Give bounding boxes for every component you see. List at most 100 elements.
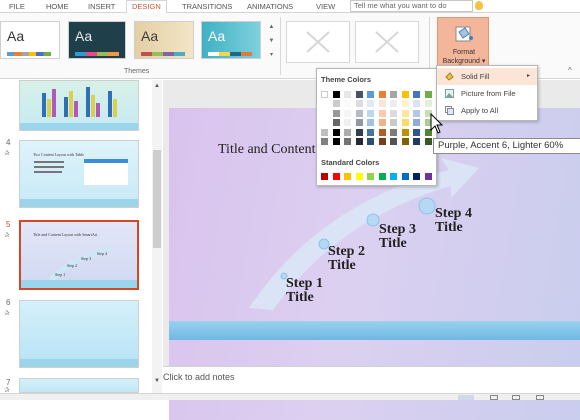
theme-color-swatch[interactable] [367, 128, 374, 136]
theme-color-swatch[interactable] [344, 91, 351, 98]
theme-color-swatch[interactable] [424, 100, 432, 107]
theme-color-swatch[interactable] [367, 109, 374, 117]
variant-placeholder-2[interactable] [355, 21, 419, 63]
theme-color-swatch[interactable] [413, 138, 420, 145]
theme-color-swatch[interactable] [344, 109, 351, 117]
tab-transitions[interactable]: TRANSITIONS [180, 1, 234, 13]
themes-scroll-down-icon[interactable]: ▼ [268, 35, 275, 47]
theme-color-swatch[interactable] [332, 128, 340, 136]
thumbnail-scrollbar[interactable]: ▲ ▼ [152, 80, 162, 393]
standard-color-swatch[interactable] [367, 173, 374, 180]
theme-color-swatch[interactable] [332, 91, 340, 98]
theme-teal[interactable]: Aa [201, 21, 261, 59]
theme-color-swatch[interactable] [390, 128, 397, 136]
theme-color-swatch[interactable] [344, 100, 351, 107]
theme-color-swatch[interactable] [355, 100, 363, 107]
theme-color-swatch[interactable] [367, 138, 374, 145]
theme-color-swatch[interactable] [413, 109, 420, 117]
collapse-ribbon-icon[interactable]: ^ [568, 66, 572, 75]
standard-color-swatch[interactable] [390, 173, 397, 180]
theme-color-swatch[interactable] [321, 109, 328, 117]
theme-color-swatch[interactable] [390, 119, 397, 126]
theme-color-swatch[interactable] [321, 91, 328, 98]
theme-color-swatch[interactable] [344, 119, 351, 126]
theme-color-swatch[interactable] [401, 109, 409, 117]
theme-color-swatch[interactable] [390, 91, 397, 98]
theme-color-swatch[interactable] [424, 138, 432, 145]
theme-color-swatch[interactable] [355, 109, 363, 117]
theme-color-swatch[interactable] [344, 128, 351, 136]
tab-insert[interactable]: INSERT [86, 1, 117, 13]
theme-color-swatch[interactable] [344, 138, 351, 145]
theme-color-swatch[interactable] [378, 91, 386, 98]
standard-color-swatch[interactable] [378, 173, 386, 180]
menu-item-apply-to-all[interactable]: Apply to All [437, 102, 537, 119]
normal-view-icon[interactable] [458, 395, 474, 400]
theme-color-swatch[interactable] [413, 100, 420, 107]
theme-color-swatch[interactable] [401, 100, 409, 107]
scroll-up-icon[interactable]: ▲ [153, 82, 161, 91]
theme-color-swatch[interactable] [390, 138, 397, 145]
theme-color-swatch[interactable] [355, 119, 363, 126]
tab-design[interactable]: DESIGN [126, 0, 167, 14]
theme-color-swatch[interactable] [332, 109, 340, 117]
slide-thumbnail-7[interactable] [19, 378, 139, 393]
step-4-title[interactable]: Step 4 Title [435, 207, 485, 235]
theme-dark[interactable]: Aa [68, 21, 126, 59]
theme-color-swatch[interactable] [367, 100, 374, 107]
theme-color-swatch[interactable] [321, 128, 328, 136]
slide-thumbnail-6[interactable] [19, 300, 139, 368]
theme-color-swatch[interactable] [378, 100, 386, 107]
theme-color-swatch[interactable] [413, 119, 420, 126]
theme-color-swatch[interactable] [332, 100, 340, 107]
theme-color-swatch[interactable] [401, 119, 409, 126]
slide-sorter-icon[interactable] [490, 395, 498, 400]
standard-color-swatch[interactable] [413, 173, 420, 180]
theme-office[interactable]: Aa [0, 21, 60, 59]
themes-more-icon[interactable]: ▾ [268, 49, 275, 61]
theme-color-swatch[interactable] [378, 138, 386, 145]
standard-color-swatch[interactable] [401, 173, 409, 180]
variant-placeholder-1[interactable] [286, 21, 350, 63]
scrollbar-thumb[interactable] [153, 150, 161, 248]
slide-show-icon[interactable] [536, 395, 544, 400]
themes-scroll-up-icon[interactable]: ▲ [268, 21, 275, 33]
theme-color-swatch[interactable] [378, 109, 386, 117]
theme-color-swatch[interactable] [378, 119, 386, 126]
theme-color-swatch[interactable] [367, 91, 374, 98]
theme-color-swatch[interactable] [401, 91, 409, 98]
theme-color-swatch[interactable] [367, 119, 374, 126]
theme-color-swatch[interactable] [378, 128, 386, 136]
slide-thumbnail-3[interactable] [19, 80, 139, 131]
standard-color-swatch[interactable] [355, 173, 363, 180]
menu-item-solid-fill[interactable]: Solid Fill ▸ [437, 68, 537, 85]
theme-color-swatch[interactable] [355, 91, 363, 98]
theme-color-swatch[interactable] [321, 119, 328, 126]
standard-color-swatch[interactable] [424, 173, 432, 180]
theme-parchment[interactable]: Aa [134, 21, 194, 59]
notes-pane[interactable]: Click to add notes [163, 366, 580, 393]
step-3-title[interactable]: Step 3 Title [379, 223, 429, 251]
slide-thumbnail-4[interactable]: Two Content Layout with Table [19, 140, 139, 208]
tab-view[interactable]: VIEW [314, 1, 337, 13]
menu-item-picture-from-file[interactable]: Picture from File [437, 85, 537, 102]
tell-me-input[interactable]: Tell me what you want to do [350, 0, 473, 12]
theme-color-swatch[interactable] [390, 100, 397, 107]
theme-color-swatch[interactable] [424, 91, 432, 98]
theme-color-swatch[interactable] [390, 109, 397, 117]
theme-color-swatch[interactable] [332, 138, 340, 145]
standard-color-swatch[interactable] [344, 173, 351, 180]
slide-title[interactable]: Title and Content [218, 142, 316, 158]
theme-color-swatch[interactable] [413, 91, 420, 98]
step-1-title[interactable]: Step 1 Title [286, 277, 336, 305]
theme-color-swatch[interactable] [355, 138, 363, 145]
slide-thumbnail-5[interactable]: Title and Content Layout with SmartArt S… [19, 220, 139, 290]
tab-file[interactable]: FILE [7, 1, 27, 13]
theme-color-swatch[interactable] [321, 138, 328, 145]
theme-color-swatch[interactable] [332, 119, 340, 126]
theme-color-swatch[interactable] [321, 100, 328, 107]
standard-color-swatch[interactable] [332, 173, 340, 180]
theme-color-swatch[interactable] [401, 128, 409, 136]
tab-home[interactable]: HOME [44, 1, 71, 13]
theme-color-swatch[interactable] [401, 138, 409, 145]
